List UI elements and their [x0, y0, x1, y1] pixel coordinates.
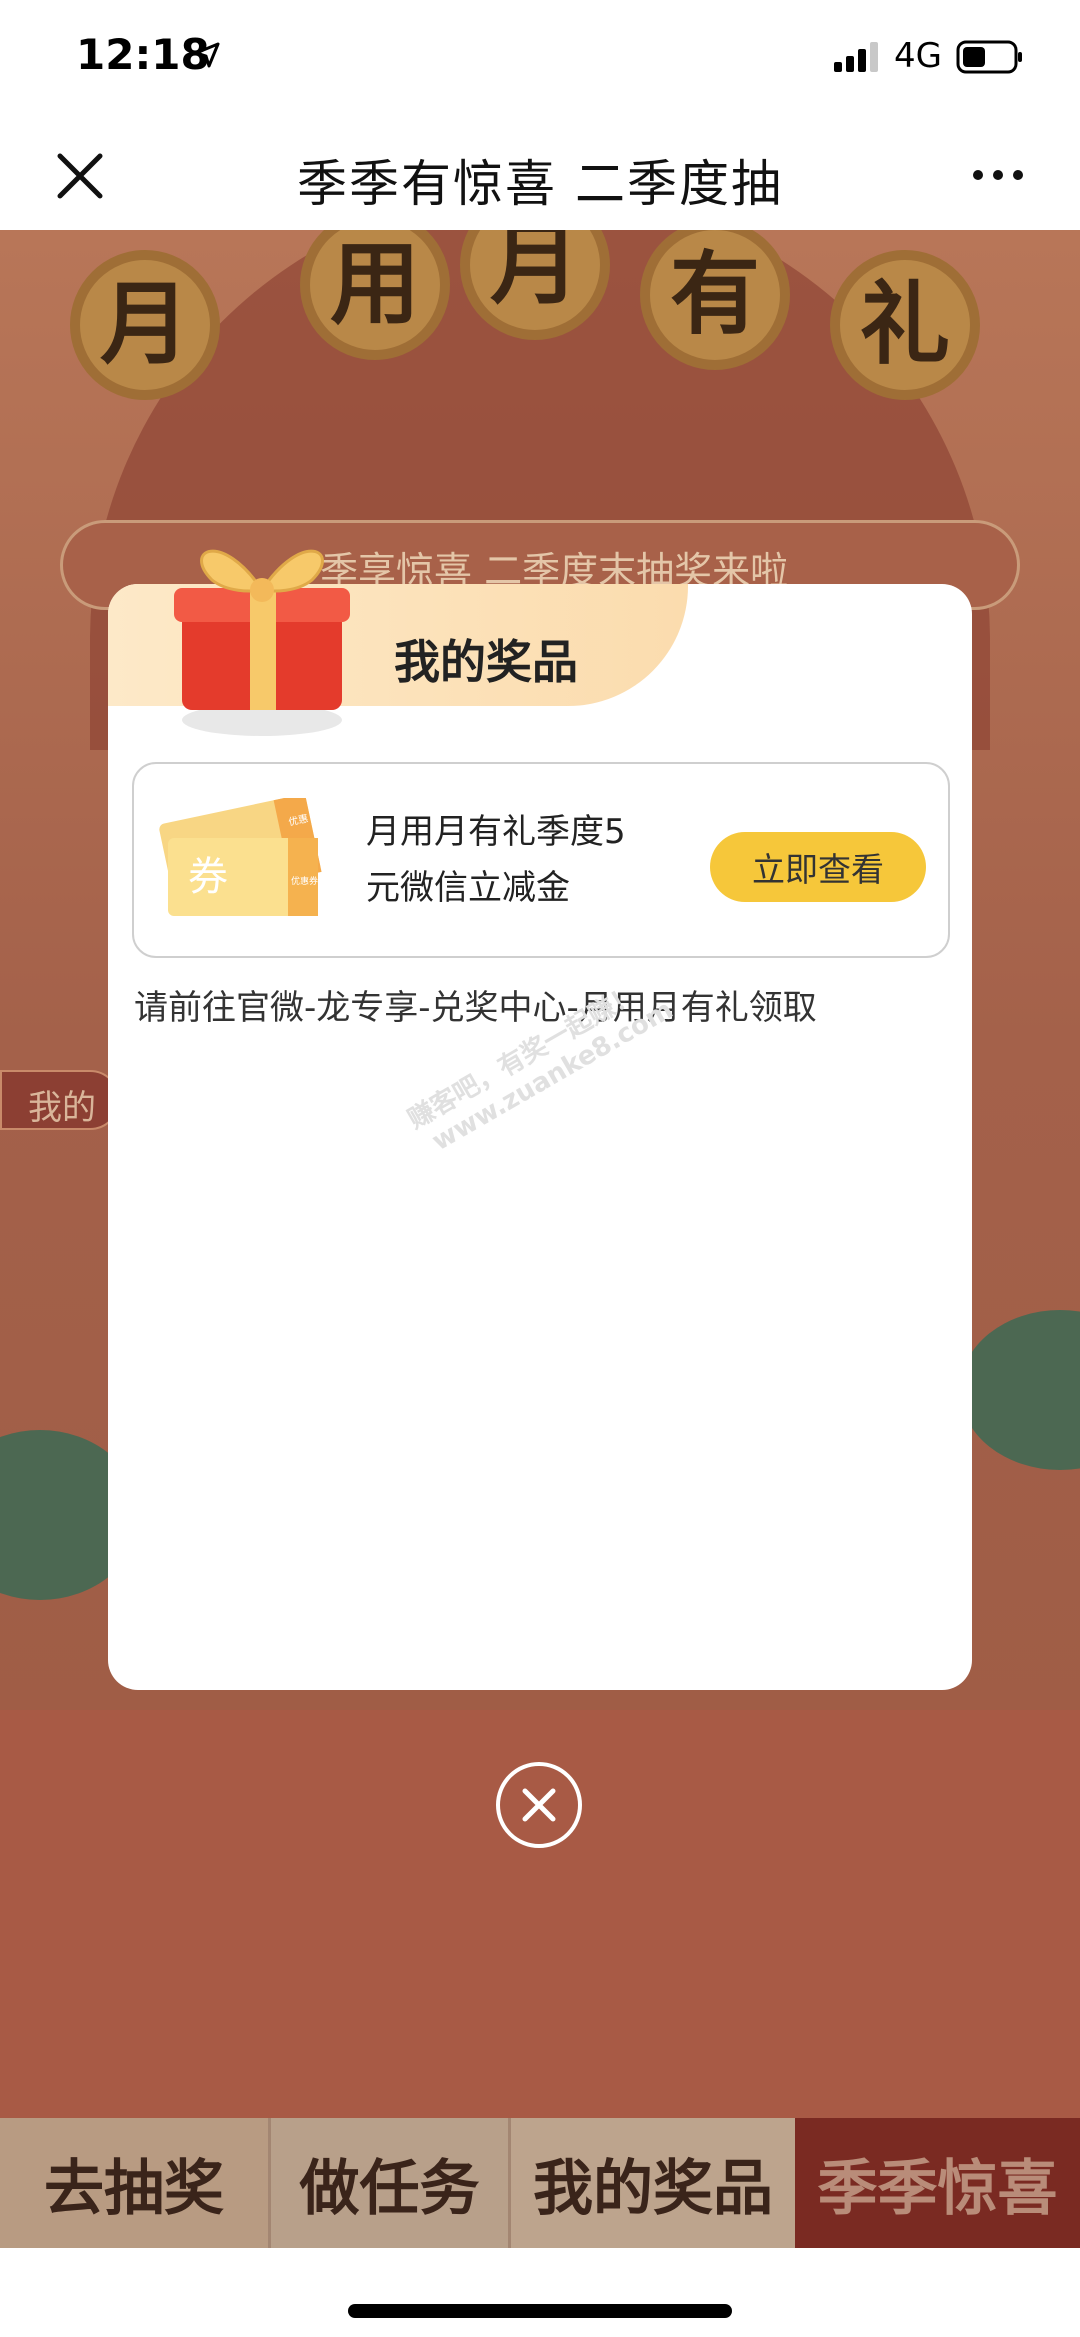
battery-icon: [956, 40, 1022, 74]
bg-coin-1: 月: [70, 250, 220, 400]
nav-bar: 季季有惊喜 二季度抽: [0, 120, 1080, 230]
home-indicator[interactable]: [348, 2304, 732, 2318]
cellular-signal-icon: [834, 42, 878, 72]
network-type: 4G: [894, 36, 942, 76]
prize-card: 优惠 券 优惠券 月用月有礼季度5 元微信立减金 立即查看: [132, 762, 950, 958]
bottom-tab-bar: 去抽奖 做任务 我的奖品 季季惊喜: [0, 2118, 1080, 2248]
more-options-icon[interactable]: [970, 162, 1026, 188]
location-arrow-icon: [194, 42, 220, 68]
coupon-label: 券: [188, 854, 228, 900]
coupon-icon: 优惠 券 优惠券: [159, 798, 322, 916]
status-bar: 12:18 4G: [0, 0, 1080, 120]
redeem-hint: 请前往官微-龙专享-兑奖中心-月用月有礼领取: [134, 988, 817, 1028]
modal-close-button[interactable]: [496, 1762, 582, 1848]
bg-coin-5: 礼: [830, 250, 980, 400]
coupon-side-label-bottom: 优惠券: [291, 875, 318, 887]
close-icon: [522, 1788, 556, 1822]
tab-draw[interactable]: 去抽奖: [0, 2118, 268, 2248]
gift-box-icon: [174, 549, 350, 736]
background-left-tag-text: 我的: [28, 1088, 96, 1128]
background-tree: [960, 1310, 1080, 1470]
status-time: 12:18: [76, 30, 210, 79]
modal-title: 我的奖品: [394, 635, 578, 689]
home-area: [0, 2248, 1080, 2337]
view-now-button[interactable]: 立即查看: [710, 832, 926, 902]
prize-modal: 我的奖品 优惠 券 优惠券 月用月有礼季度5 元微信立减金 立即查看 请前往官微…: [108, 549, 972, 1690]
prize-name-line1: 月用月有礼季度5: [366, 812, 626, 852]
tab-quarterly-surprise[interactable]: 季季惊喜: [795, 2118, 1080, 2248]
tab-my-prizes[interactable]: 我的奖品: [508, 2118, 795, 2248]
page-title: 季季有惊喜 二季度抽: [297, 155, 783, 213]
prize-name: 月用月有礼季度5 元微信立减金: [366, 804, 636, 916]
prize-name-line2: 元微信立减金: [366, 868, 570, 908]
tab-tasks[interactable]: 做任务: [268, 2118, 508, 2248]
